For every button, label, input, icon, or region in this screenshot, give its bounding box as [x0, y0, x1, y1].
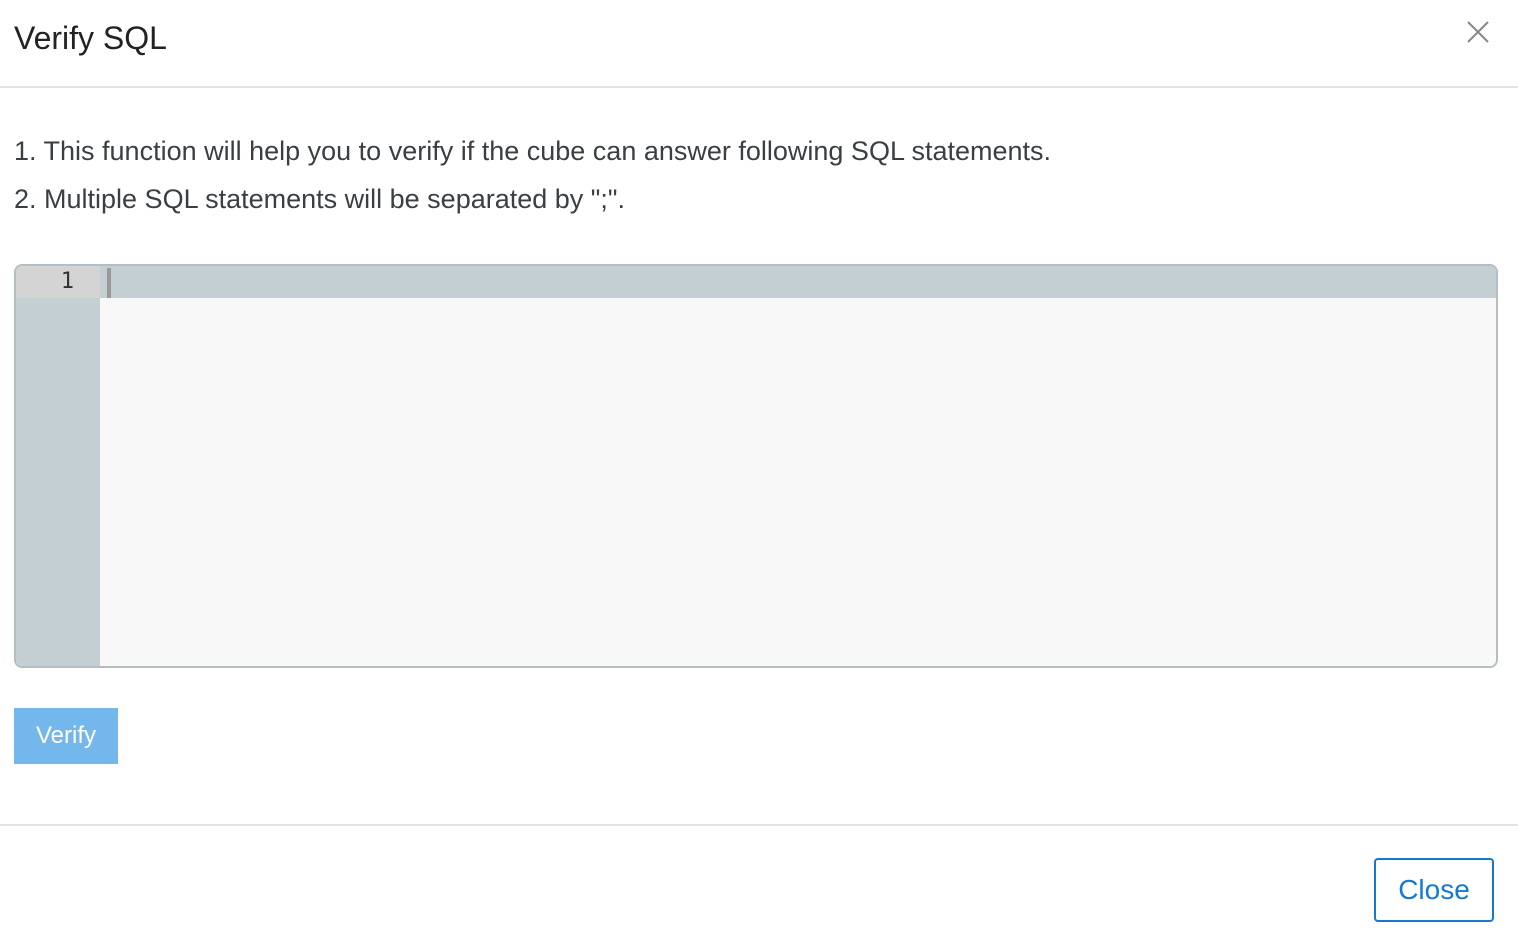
line-number: 1 [16, 266, 100, 298]
dialog-title: Verify SQL [14, 20, 167, 56]
sql-editor[interactable]: 1 [14, 264, 1498, 668]
footer-divider [0, 824, 1518, 826]
close-button[interactable]: Close [1374, 858, 1494, 922]
text-cursor [107, 268, 111, 298]
active-line [16, 266, 1496, 298]
close-icon[interactable] [1464, 18, 1492, 46]
verify-button[interactable]: Verify [14, 708, 118, 764]
line-gutter [16, 266, 100, 666]
instruction-2: 2. Multiple SQL statements will be separ… [14, 184, 625, 214]
dialog-header: Verify SQL [0, 0, 1518, 88]
instruction-1: 1. This function will help you to verify… [14, 136, 1052, 166]
